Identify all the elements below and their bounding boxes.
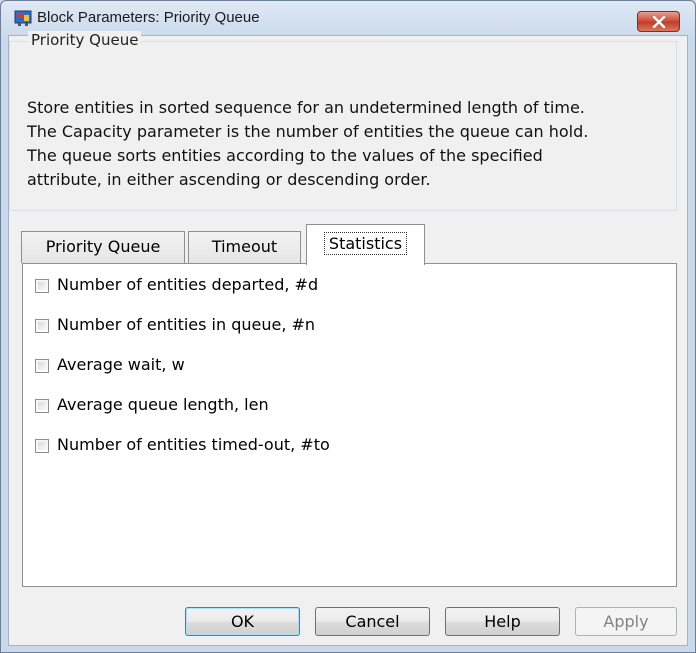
help-button[interactable]: Help (445, 607, 560, 636)
tab-label: Statistics (323, 232, 408, 255)
ok-button[interactable]: OK (185, 607, 300, 636)
checkbox-label: Number of entities departed, #d (57, 275, 319, 294)
description-line: Store entities in sorted sequence for an… (27, 98, 585, 117)
tab-statistics[interactable]: Statistics (306, 224, 425, 265)
close-icon (652, 16, 666, 28)
checkbox[interactable] (35, 319, 49, 333)
checkbox[interactable] (35, 399, 49, 413)
apply-button[interactable]: Apply (575, 607, 677, 636)
block-description: Store entities in sorted sequence for an… (27, 96, 687, 192)
tab-label: Priority Queue (45, 237, 161, 256)
tab-label: Timeout (211, 237, 278, 256)
checkbox[interactable] (35, 439, 49, 453)
checkbox-label: Number of entities timed-out, #to (57, 435, 330, 454)
checkbox[interactable] (35, 279, 49, 293)
checkbox[interactable] (35, 359, 49, 373)
title-bar[interactable]: Block Parameters: Priority Queue (1, 1, 695, 35)
description-line: The queue sorts entities according to th… (27, 146, 543, 165)
close-button[interactable] (637, 11, 680, 32)
tab-timeout[interactable]: Timeout (188, 231, 301, 263)
tab-priority-queue[interactable]: Priority Queue (21, 231, 185, 263)
window-title: Block Parameters: Priority Queue (37, 9, 260, 26)
description-line: The Capacity parameter is the number of … (27, 122, 589, 141)
description-line: attribute, in either ascending or descen… (27, 170, 431, 189)
group-legend: Priority Queue (28, 31, 142, 49)
checkbox-label: Average wait, w (57, 355, 185, 374)
simulink-block-icon (14, 10, 32, 26)
checkbox-label: Number of entities in queue, #n (57, 315, 316, 334)
cancel-button[interactable]: Cancel (315, 607, 430, 636)
statistics-panel: Number of entities departed, #d Number o… (22, 263, 677, 587)
checkbox-label: Average queue length, len (57, 395, 269, 414)
dialog-window: Block Parameters: Priority Queue Priorit… (0, 0, 696, 653)
